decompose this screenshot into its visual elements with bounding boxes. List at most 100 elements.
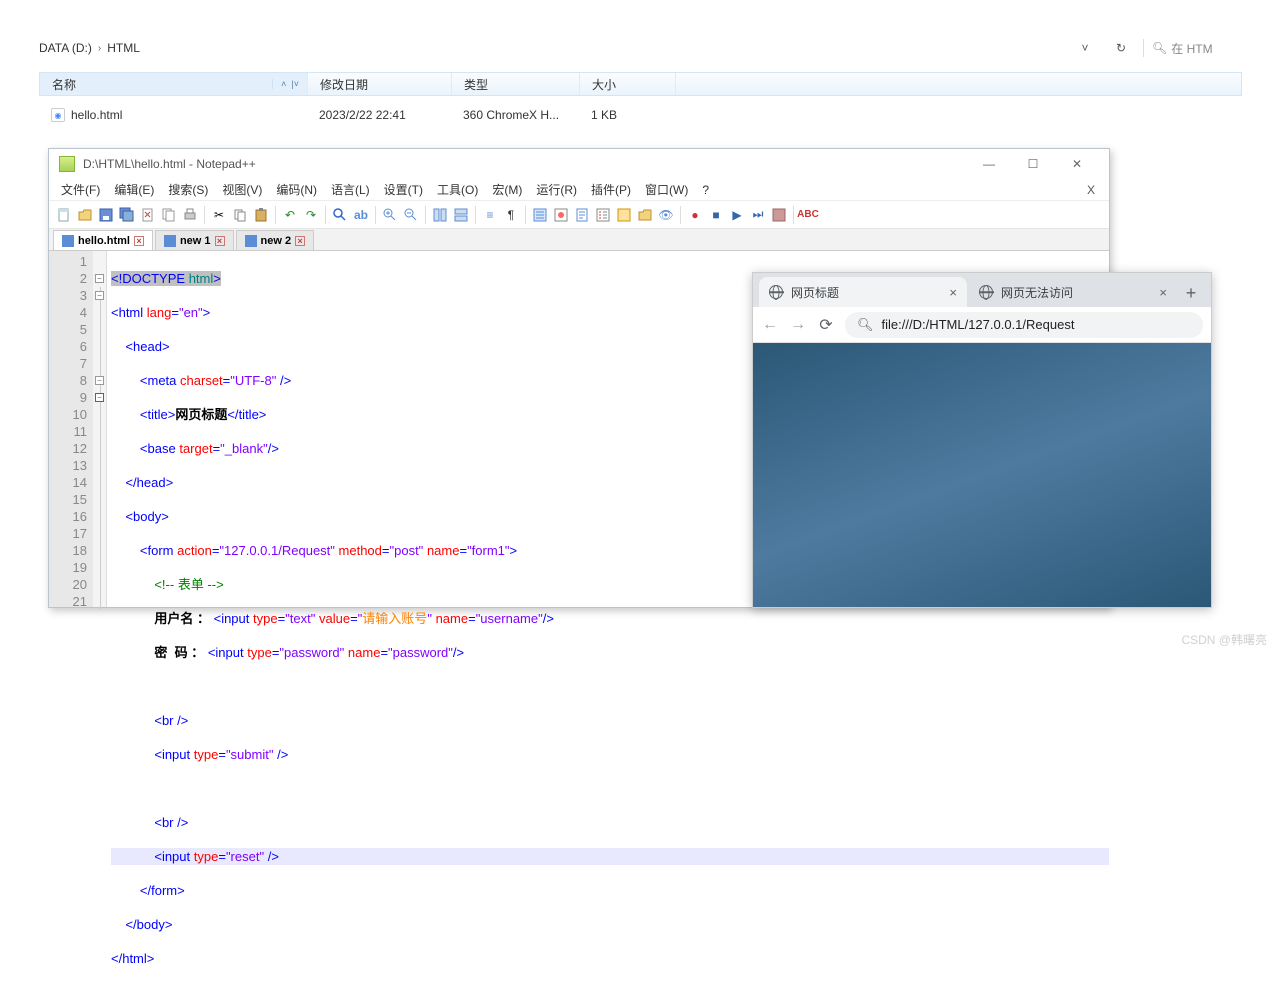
browser-tab-active[interactable]: 网页无法访问 × — [969, 277, 1177, 307]
search-icon: 🔍︎ — [1152, 41, 1167, 55]
menu-macro[interactable]: 宏(M) — [486, 179, 528, 200]
save-icon[interactable] — [97, 206, 115, 224]
menu-edit[interactable]: 编辑(E) — [108, 179, 160, 200]
line-gutter: 123456789101112131415161718192021 — [49, 251, 93, 607]
breadcrumb[interactable]: DATA (D:) › HTML — [39, 41, 1071, 55]
menu-run[interactable]: 运行(R) — [530, 179, 583, 200]
sync-h-icon[interactable] — [452, 206, 470, 224]
file-type: 360 ChromeX H... — [451, 108, 579, 122]
editor-tab-new1[interactable]: new 1 × — [155, 230, 234, 250]
sort-asc-icon[interactable]: ˄ |˅ — [272, 79, 299, 89]
zoom-in-icon[interactable] — [381, 206, 399, 224]
reload-icon[interactable]: ⟳ — [817, 315, 835, 335]
forward-icon[interactable]: → — [789, 316, 807, 334]
play-icon[interactable]: ▶ — [728, 206, 746, 224]
fastfwd-icon[interactable]: ⏭ — [749, 206, 767, 224]
explorer-address-bar: DATA (D:) › HTML ˅ ↻ 🔍︎ 在 HTM — [39, 36, 1242, 60]
menu-view[interactable]: 视图(V) — [216, 179, 268, 200]
window-title: D:\HTML\hello.html - Notepad++ — [83, 157, 256, 171]
tab-title: 网页标题 — [791, 284, 941, 301]
breadcrumb-item[interactable]: HTML — [107, 41, 140, 55]
watermark: CSDN @韩曙亮 — [1181, 631, 1267, 648]
open-file-icon[interactable] — [76, 206, 94, 224]
close-all-icon[interactable] — [160, 206, 178, 224]
menu-close-x[interactable]: X — [1081, 181, 1101, 199]
wordwrap-icon[interactable]: ≡ — [481, 206, 499, 224]
column-type[interactable]: 类型 — [452, 73, 580, 95]
editor-tab-new2[interactable]: new 2 × — [236, 230, 315, 250]
browser-viewport[interactable] — [753, 343, 1211, 607]
indent-guide-icon[interactable] — [531, 206, 549, 224]
sync-v-icon[interactable] — [431, 206, 449, 224]
back-icon[interactable]: ← — [761, 316, 779, 334]
address-bar[interactable]: 🔍︎ file:///D:/HTML/127.0.0.1/Request — [845, 312, 1203, 338]
browser-window: 网页标题 × 网页无法访问 × + ← → ⟳ 🔍︎ file:///D:/HT… — [752, 272, 1212, 608]
separator — [1143, 39, 1144, 57]
file-icon — [62, 235, 74, 247]
menu-encoding[interactable]: 编码(N) — [270, 179, 323, 200]
spellcheck-icon[interactable]: ABC — [799, 206, 817, 224]
menu-search[interactable]: 搜索(S) — [162, 179, 214, 200]
doc-map-icon[interactable] — [573, 206, 591, 224]
tab-title: 网页无法访问 — [1001, 284, 1151, 301]
breadcrumb-item[interactable]: DATA (D:) — [39, 41, 92, 55]
close-file-icon[interactable] — [139, 206, 157, 224]
menu-window[interactable]: 窗口(W) — [639, 179, 694, 200]
zoom-out-icon[interactable] — [402, 206, 420, 224]
save-all-icon[interactable] — [118, 206, 136, 224]
close-button[interactable]: ✕ — [1055, 150, 1099, 178]
stop-icon[interactable]: ■ — [707, 206, 725, 224]
window-titlebar[interactable]: D:\HTML\hello.html - Notepad++ — ☐ ✕ — [49, 149, 1109, 179]
tab-close-icon[interactable]: × — [1159, 285, 1167, 300]
file-row[interactable]: ◉ hello.html 2023/2/22 22:41 360 ChromeX… — [39, 104, 1242, 126]
tab-close-icon[interactable]: × — [949, 285, 957, 300]
dropdown-icon[interactable]: ˅ — [1071, 37, 1099, 59]
menu-file[interactable]: 文件(F) — [55, 179, 106, 200]
maximize-button[interactable]: ☐ — [1011, 150, 1055, 178]
paste-icon[interactable] — [252, 206, 270, 224]
html-file-icon: ◉ — [51, 108, 65, 122]
menu-settings[interactable]: 设置(T) — [378, 179, 429, 200]
userlang-icon[interactable] — [552, 206, 570, 224]
menu-plugins[interactable]: 插件(P) — [585, 179, 637, 200]
browser-toolbar: ← → ⟳ 🔍︎ file:///D:/HTML/127.0.0.1/Reque… — [753, 307, 1211, 343]
editor-tab-hello[interactable]: hello.html × — [53, 230, 153, 250]
doc-list-icon[interactable] — [594, 206, 612, 224]
column-name[interactable]: 名称 ˄ |˅ — [40, 73, 308, 95]
globe-icon — [769, 285, 783, 299]
func-list-icon[interactable] — [615, 206, 633, 224]
new-file-icon[interactable] — [55, 206, 73, 224]
tab-close-icon[interactable]: × — [215, 236, 225, 246]
file-size: 1 KB — [579, 108, 675, 122]
find-icon[interactable] — [331, 206, 349, 224]
save-macro-icon[interactable] — [770, 206, 788, 224]
show-all-icon[interactable]: ¶ — [502, 206, 520, 224]
search-input[interactable]: 🔍︎ 在 HTM — [1152, 40, 1242, 57]
fold-gutter[interactable]: − − − − — [93, 251, 107, 607]
minimize-button[interactable]: — — [967, 150, 1011, 178]
new-tab-button[interactable]: + — [1177, 279, 1205, 307]
folder-icon[interactable] — [636, 206, 654, 224]
record-icon[interactable]: ● — [686, 206, 704, 224]
redo-icon[interactable]: ↷ — [302, 206, 320, 224]
browser-tab[interactable]: 网页标题 × — [759, 277, 967, 307]
column-modified[interactable]: 修改日期 — [308, 73, 452, 95]
tab-close-icon[interactable]: × — [295, 236, 305, 246]
menu-language[interactable]: 语言(L) — [325, 179, 376, 200]
copy-icon[interactable] — [231, 206, 249, 224]
print-icon[interactable] — [181, 206, 199, 224]
search-icon: 🔍︎ — [857, 317, 874, 333]
menu-bar: 文件(F) 编辑(E) 搜索(S) 视图(V) 编码(N) 语言(L) 设置(T… — [49, 179, 1109, 201]
notepad-icon — [59, 156, 75, 172]
undo-icon[interactable]: ↶ — [281, 206, 299, 224]
file-list-header: 名称 ˄ |˅ 修改日期 类型 大小 — [39, 72, 1242, 96]
menu-tools[interactable]: 工具(O) — [431, 179, 484, 200]
cut-icon[interactable]: ✂ — [210, 206, 228, 224]
monitor-icon[interactable]: 👁 — [657, 206, 675, 224]
menu-help[interactable]: ? — [696, 181, 715, 199]
column-size[interactable]: 大小 — [580, 73, 676, 95]
tab-close-icon[interactable]: × — [134, 236, 144, 246]
refresh-icon[interactable]: ↻ — [1107, 37, 1135, 59]
replace-icon[interactable]: ab — [352, 206, 370, 224]
editor-tab-bar: hello.html × new 1 × new 2 × — [49, 229, 1109, 251]
